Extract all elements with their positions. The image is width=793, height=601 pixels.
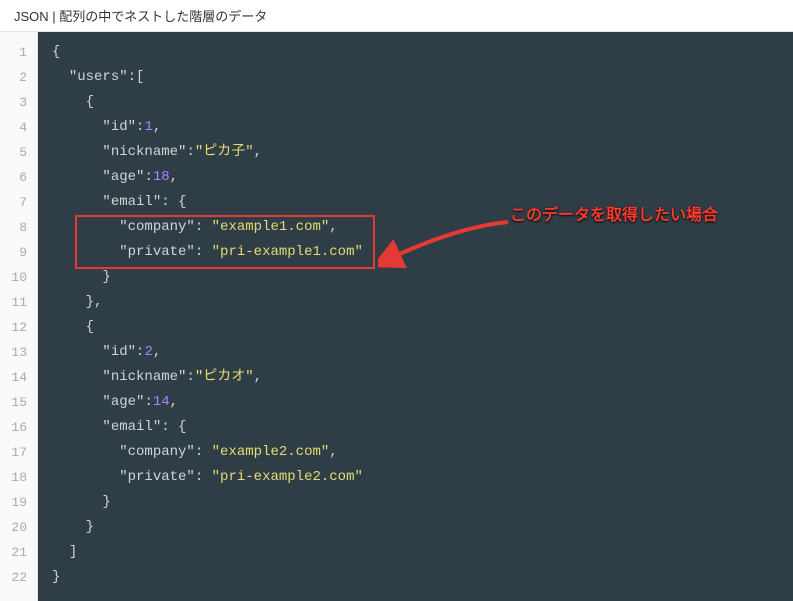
code-line: { (52, 315, 793, 340)
line-number: 1 (0, 40, 37, 65)
code-line: "company": "example2.com", (52, 440, 793, 465)
line-number: 18 (0, 465, 37, 490)
code-line: "id":1, (52, 115, 793, 140)
line-number: 9 (0, 240, 37, 265)
code-line: }, (52, 290, 793, 315)
code-line: } (52, 490, 793, 515)
line-number: 12 (0, 315, 37, 340)
code-line: "nickname":"ピカ子", (52, 140, 793, 165)
line-number: 15 (0, 390, 37, 415)
line-number: 5 (0, 140, 37, 165)
code-line: "age":18, (52, 165, 793, 190)
code-line: "private": "pri-example1.com" (52, 240, 793, 265)
code-line: "users":[ (52, 65, 793, 90)
line-number: 7 (0, 190, 37, 215)
code-line: ] (52, 540, 793, 565)
code-editor: 12345678910111213141516171819202122 { "u… (0, 32, 793, 601)
line-number: 17 (0, 440, 37, 465)
code-line: "age":14, (52, 390, 793, 415)
line-number: 13 (0, 340, 37, 365)
line-number: 19 (0, 490, 37, 515)
line-number: 20 (0, 515, 37, 540)
line-number-gutter: 12345678910111213141516171819202122 (0, 32, 38, 601)
code-line: "nickname":"ピカオ", (52, 365, 793, 390)
snippet-title-text: JSON | 配列の中でネストした階層のデータ (14, 9, 267, 24)
code-line: "private": "pri-example2.com" (52, 465, 793, 490)
code-line: "email": { (52, 415, 793, 440)
line-number: 8 (0, 215, 37, 240)
code-line: } (52, 565, 793, 590)
snippet-title: JSON | 配列の中でネストした階層のデータ (0, 0, 793, 32)
code-line: { (52, 90, 793, 115)
line-number: 16 (0, 415, 37, 440)
line-number: 21 (0, 540, 37, 565)
line-number: 14 (0, 365, 37, 390)
line-number: 11 (0, 290, 37, 315)
line-number: 10 (0, 265, 37, 290)
code-line: } (52, 515, 793, 540)
line-number: 2 (0, 65, 37, 90)
line-number: 3 (0, 90, 37, 115)
code-line: } (52, 265, 793, 290)
code-line: { (52, 40, 793, 65)
annotation-label: このデータを取得したい場合 (510, 204, 718, 229)
line-number: 6 (0, 165, 37, 190)
line-number: 4 (0, 115, 37, 140)
line-number: 22 (0, 565, 37, 590)
code-area[interactable]: { "users":[ { "id":1, "nickname":"ピカ子", … (38, 32, 793, 601)
code-line: "id":2, (52, 340, 793, 365)
